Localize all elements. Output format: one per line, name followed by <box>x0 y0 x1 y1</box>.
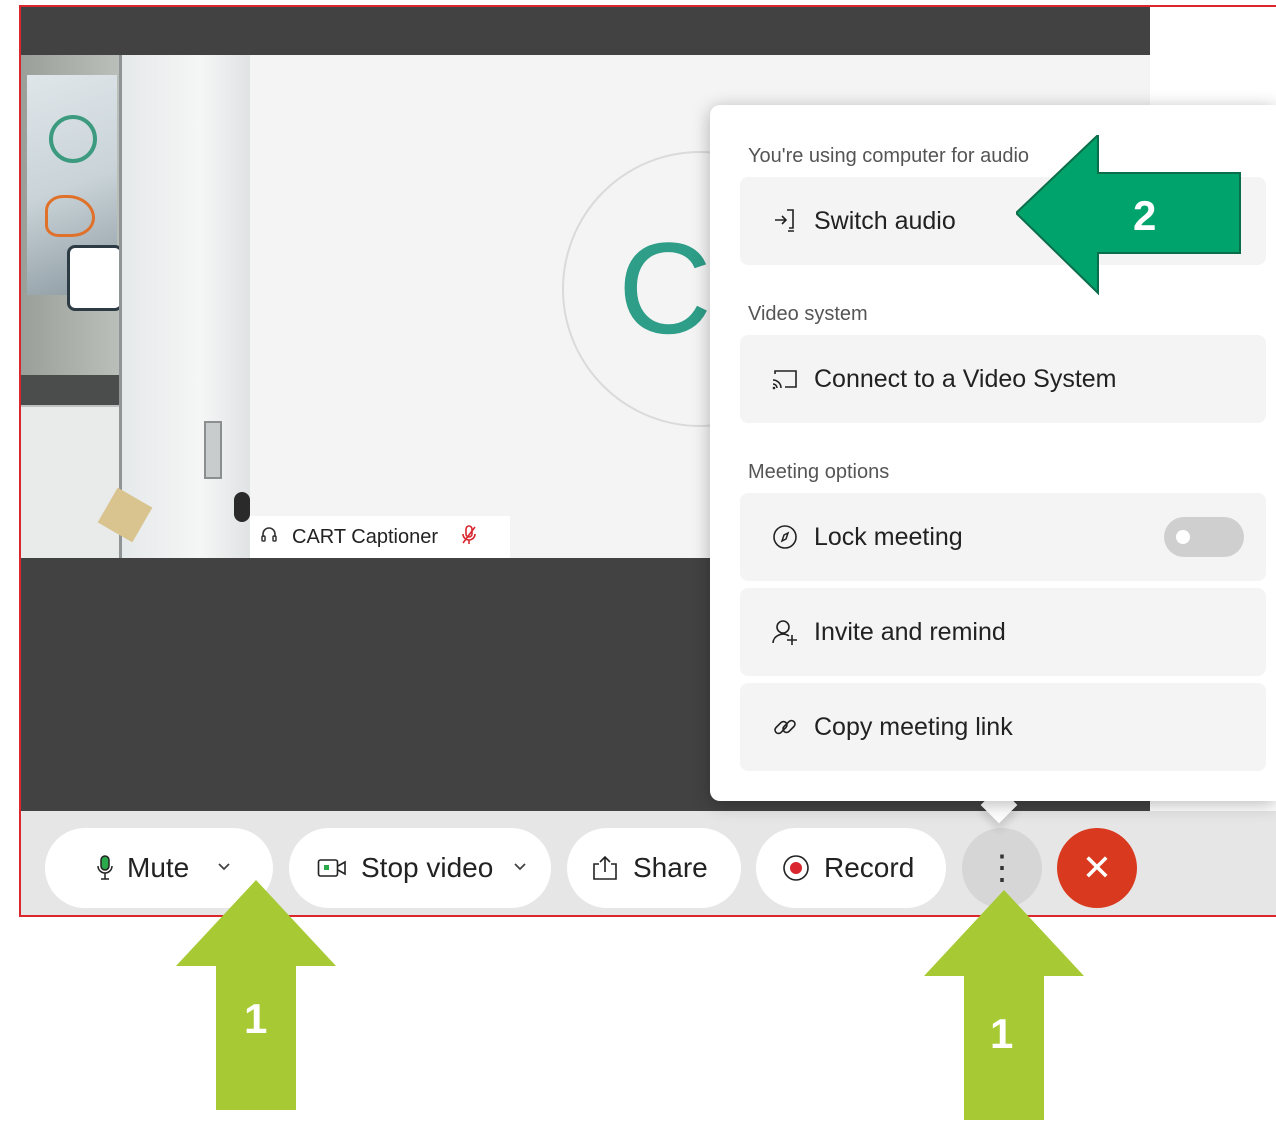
copy-link-label: Copy meeting link <box>814 712 1013 741</box>
participant-name: CART Captioner <box>292 525 438 548</box>
more-vertical-icon: ⋮ <box>985 849 1019 887</box>
switch-audio-label: Switch audio <box>814 206 956 235</box>
record-label: Record <box>824 852 915 883</box>
cast-icon <box>770 368 800 390</box>
video-section-title: Video system <box>748 303 868 325</box>
audio-section-title: You're using computer for audio <box>748 145 1030 167</box>
lock-meeting-item[interactable]: Lock meeting <box>740 493 1266 581</box>
door <box>119 55 250 558</box>
stop-video-label: Stop video <box>361 852 494 883</box>
options-section-title: Meeting options <box>748 461 890 483</box>
step-1-label: 1 <box>244 995 268 1042</box>
lock-meeting-label: Lock meeting <box>814 522 963 551</box>
close-icon: ✕ <box>1081 847 1113 888</box>
link-icon <box>770 714 800 740</box>
record-icon <box>782 854 810 882</box>
arrow-left-annotation <box>1016 135 1241 295</box>
wall-art <box>27 75 123 311</box>
switch-audio-icon <box>770 208 800 234</box>
step-2-label: 2 <box>1133 192 1157 239</box>
chevron-down-icon[interactable] <box>513 859 527 877</box>
lock-meeting-toggle[interactable] <box>1164 517 1244 557</box>
mic-muted-icon <box>462 524 476 550</box>
connect-video-system-item[interactable]: Connect to a Video System <box>740 335 1266 423</box>
copy-link-item[interactable]: Copy meeting link <box>740 683 1266 771</box>
step-1-label: 1 <box>990 1010 1014 1057</box>
connect-video-label: Connect to a Video System <box>814 364 1117 393</box>
video-camera-icon <box>317 857 347 879</box>
participant-name-tag: CART Captioner <box>250 516 510 558</box>
record-button[interactable]: Record <box>756 828 946 908</box>
self-view-video <box>21 55 250 558</box>
lock-dial-icon <box>770 524 800 550</box>
invite-remind-item[interactable]: Invite and remind <box>740 588 1266 676</box>
microphone-icon <box>97 854 113 882</box>
headset-icon <box>260 526 278 549</box>
invite-remind-label: Invite and remind <box>814 617 1006 646</box>
share-button[interactable]: Share <box>567 828 741 908</box>
arrow-up-annotation <box>924 890 1084 1120</box>
share-upload-icon <box>591 855 619 881</box>
add-person-icon <box>770 618 800 646</box>
chevron-down-icon[interactable] <box>217 859 231 877</box>
share-label: Share <box>633 852 708 883</box>
